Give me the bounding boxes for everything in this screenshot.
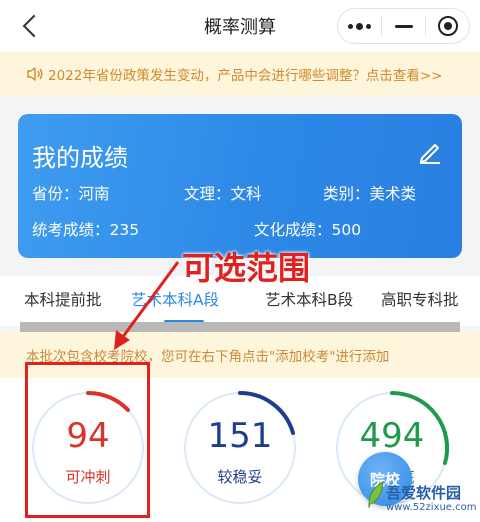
policy-notice-bar[interactable]: 2022年省份政策发生变动，产品中会进行哪些调整？点击查看>>	[0, 52, 480, 96]
tab-vocational[interactable]: 高职专科批	[381, 288, 459, 310]
tab-undergrad-early[interactable]: 本科提前批	[24, 288, 102, 310]
stat-value: 151	[207, 416, 273, 456]
score-card: 我的成绩 省份：河南 文理：文科 类别：美术类 统考成绩：235 文化成绩：50…	[18, 114, 462, 258]
category-label: 类别：美术类	[323, 185, 417, 203]
science-label: 文理：文科	[184, 185, 262, 203]
info-text: 本批次包含校考院校，您可在右下角点击"添加校考"进行添加	[26, 349, 390, 365]
more-dots-icon	[348, 22, 371, 30]
notice-text: 2022年省份政策发生变动，产品中会进行哪些调整？点击查看>>	[48, 68, 443, 84]
stat-label: 较稳妥	[217, 468, 263, 486]
close-mini-program-button[interactable]	[426, 9, 469, 43]
stat-value: 494	[359, 416, 425, 456]
card-title: 我的成绩	[32, 144, 128, 172]
score-row-1: 省份：河南 文理：文科 类别：美术类	[32, 182, 416, 204]
stat-value: 94	[66, 416, 110, 456]
stat-safe[interactable]: 151 较稳妥	[180, 388, 300, 508]
add-school-fab[interactable]: 院校	[358, 452, 412, 506]
culture-score-label: 文化成绩：500	[254, 221, 362, 239]
edit-pencil-icon[interactable]	[416, 138, 444, 164]
navigation-bar: 概率测算	[0, 0, 480, 52]
minimize-button[interactable]	[382, 9, 425, 43]
stat-reach[interactable]: 94 可冲刺	[28, 388, 148, 508]
province-label: 省份：河南	[32, 185, 110, 203]
mini-program-capsule	[337, 8, 470, 44]
probability-stats: 94 可冲刺 151 较稳妥 494 可保底	[0, 378, 480, 522]
more-button[interactable]	[338, 9, 381, 43]
score-row-2: 统考成绩：235 文化成绩：500	[32, 218, 361, 240]
fab-label: 院校	[369, 470, 400, 489]
tab-scrollbar[interactable]	[20, 322, 460, 332]
batch-info-bar: 本批次包含校考院校，您可在右下角点击"添加校考"进行添加	[0, 332, 480, 378]
annotation-label: 可选范围	[182, 249, 311, 287]
stat-label: 可冲刺	[65, 468, 111, 486]
minimize-icon	[394, 24, 413, 28]
target-icon	[437, 16, 458, 36]
tab-art-undergrad-b[interactable]: 艺术本科B段	[265, 288, 353, 310]
tab-art-undergrad-a[interactable]: 艺术本科A段	[131, 288, 219, 310]
unified-score-label: 统考成绩：235	[32, 221, 140, 239]
speaker-icon	[27, 67, 43, 81]
